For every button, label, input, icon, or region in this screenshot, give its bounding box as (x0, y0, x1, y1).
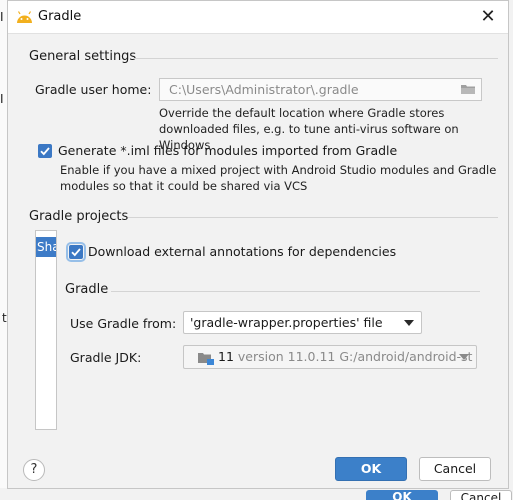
jdk-version: 11 (218, 349, 234, 364)
generate-iml-hint-line1: Enable if you have a mixed project with … (60, 163, 497, 177)
folder-icon[interactable] (461, 84, 475, 94)
jdk-folder-icon (198, 353, 214, 365)
ok-button[interactable]: OK (335, 457, 407, 481)
use-gradle-from-value: 'gradle-wrapper.properties' file (190, 315, 383, 330)
checkmark-icon (71, 248, 81, 257)
general-settings-heading: General settings (29, 49, 137, 64)
use-gradle-from-label: Use Gradle from: (70, 316, 177, 331)
section-separator (134, 58, 498, 59)
dialog-title: Gradle (38, 9, 82, 24)
download-annotations-label[interactable]: Download external annotations for depend… (88, 244, 396, 259)
gradle-user-home-value: C:\Users\Administrator\.gradle (169, 82, 359, 97)
cancel-button[interactable]: Cancel (419, 457, 491, 481)
gradle-dialog: Gradle ✕ General settings Gradle user ho… (7, 0, 509, 489)
jdk-detail: version 11.0.11 G:/android/android-st (237, 349, 473, 364)
gradle-subheading: Gradle (65, 282, 109, 297)
user-home-hint-line1: Override the default location where Grad… (159, 106, 445, 120)
projects-list[interactable]: Sha (35, 230, 57, 430)
android-icon (17, 11, 32, 23)
gradle-jdk-dropdown[interactable]: 11 version 11.0.11 G:/android/android-st (183, 345, 477, 369)
close-icon[interactable]: ✕ (476, 5, 500, 29)
checkmark-icon (40, 147, 50, 156)
use-gradle-from-dropdown[interactable]: 'gradle-wrapper.properties' file (183, 311, 422, 334)
projects-list-selected-item[interactable]: Sha (36, 237, 56, 257)
section-separator (128, 217, 498, 218)
generate-iml-checkbox[interactable] (38, 144, 52, 158)
help-button[interactable]: ? (23, 459, 45, 481)
generate-iml-label[interactable]: Generate *.iml files for modules importe… (58, 143, 397, 158)
background-text-fragment: I (0, 10, 4, 24)
chevron-down-icon (459, 354, 469, 360)
background-ok-button: OK (366, 490, 438, 500)
background-text-fragment: I (0, 92, 4, 106)
chevron-down-icon (404, 320, 414, 326)
gradle-jdk-value: 11 version 11.0.11 G:/android/android-st (218, 349, 472, 364)
gradle-user-home-label: Gradle user home: (35, 82, 152, 97)
background-cancel-button: Cancel (450, 490, 512, 500)
gradle-jdk-label: Gradle JDK: (70, 350, 142, 365)
section-separator (111, 291, 480, 292)
gradle-projects-heading: Gradle projects (29, 209, 129, 224)
gradle-user-home-field[interactable]: C:\Users\Administrator\.gradle (159, 78, 482, 101)
download-annotations-checkbox[interactable] (66, 242, 86, 262)
generate-iml-hint-line2: modules so that it could be shared via V… (60, 179, 308, 193)
title-bar: Gradle ✕ (8, 1, 508, 34)
background-text-fragment: t (2, 311, 7, 325)
